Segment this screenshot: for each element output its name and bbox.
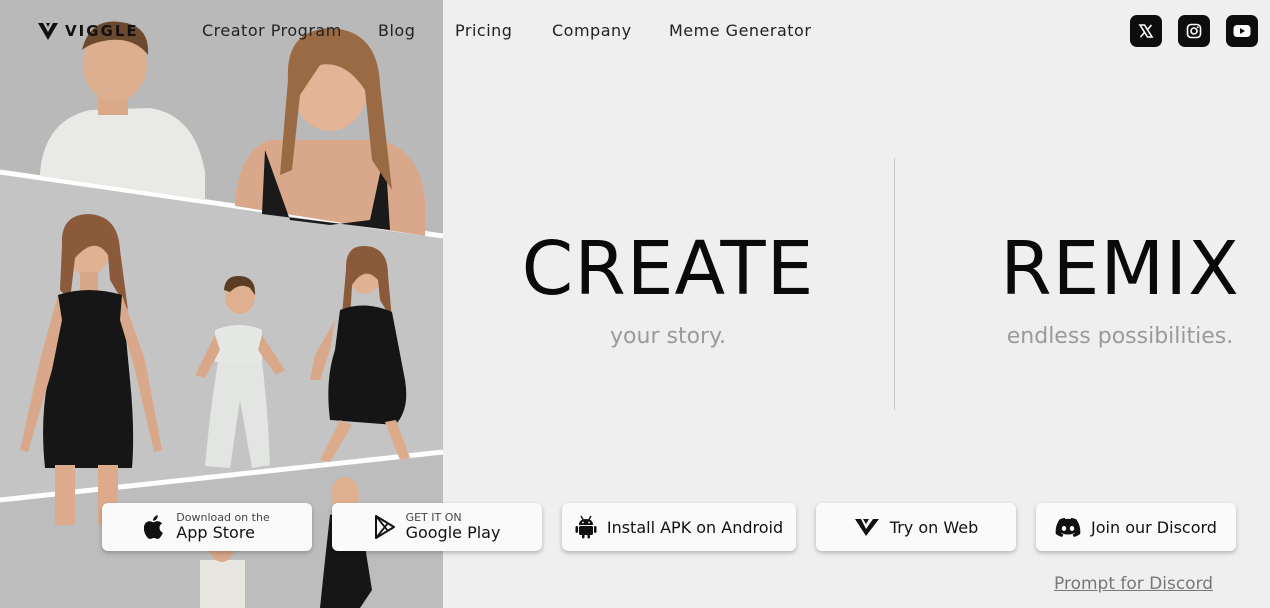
x-icon — [1138, 24, 1154, 38]
app-store-big-label: App Store — [176, 523, 255, 543]
join-discord-label: Join our Discord — [1091, 517, 1217, 537]
app-store-text: Download on the App Store — [176, 512, 269, 542]
hero-create-title: CREATE — [521, 226, 815, 312]
google-play-icon — [374, 515, 395, 539]
youtube-social-button[interactable] — [1226, 15, 1258, 47]
hero-remix-title: REMIX — [1000, 226, 1240, 312]
join-discord-button[interactable]: Join our Discord — [1036, 503, 1236, 551]
nav-creator-program[interactable]: Creator Program — [202, 21, 342, 40]
hero-remix-subtitle: endless possibilities. — [1006, 324, 1234, 349]
apple-icon — [144, 515, 164, 539]
discord-icon — [1055, 517, 1081, 537]
viggle-logo-icon — [38, 23, 58, 40]
viggle-logo-icon — [854, 519, 879, 536]
site-header: VIGGLE Creator Program Blog Pricing Comp… — [0, 0, 1270, 62]
nav-pricing[interactable]: Pricing — [455, 21, 512, 40]
x-social-button[interactable] — [1130, 15, 1162, 47]
instagram-social-button[interactable] — [1178, 15, 1210, 47]
install-apk-button[interactable]: Install APK on Android — [562, 503, 796, 551]
brand-name: VIGGLE — [65, 22, 139, 40]
install-apk-label: Install APK on Android — [606, 517, 784, 537]
google-play-text: GET IT ON Google Play — [406, 512, 501, 542]
try-on-web-label: Try on Web — [889, 517, 979, 537]
try-on-web-button[interactable]: Try on Web — [816, 503, 1016, 551]
nav-meme-generator[interactable]: Meme Generator — [669, 21, 811, 40]
youtube-icon — [1233, 25, 1251, 37]
prompt-for-discord-link[interactable]: Prompt for Discord — [1054, 574, 1213, 594]
hero-create-subtitle: your story. — [610, 324, 726, 349]
app-store-button[interactable]: Download on the App Store — [102, 503, 312, 551]
brand-logo[interactable]: VIGGLE — [37, 21, 139, 41]
nav-blog[interactable]: Blog — [378, 21, 415, 40]
google-play-big-label: Google Play — [405, 523, 501, 543]
hero-divider — [894, 158, 895, 410]
android-icon — [575, 515, 597, 539]
instagram-icon — [1186, 23, 1202, 39]
nav-company[interactable]: Company — [552, 21, 632, 40]
google-play-button[interactable]: GET IT ON Google Play — [332, 503, 542, 551]
